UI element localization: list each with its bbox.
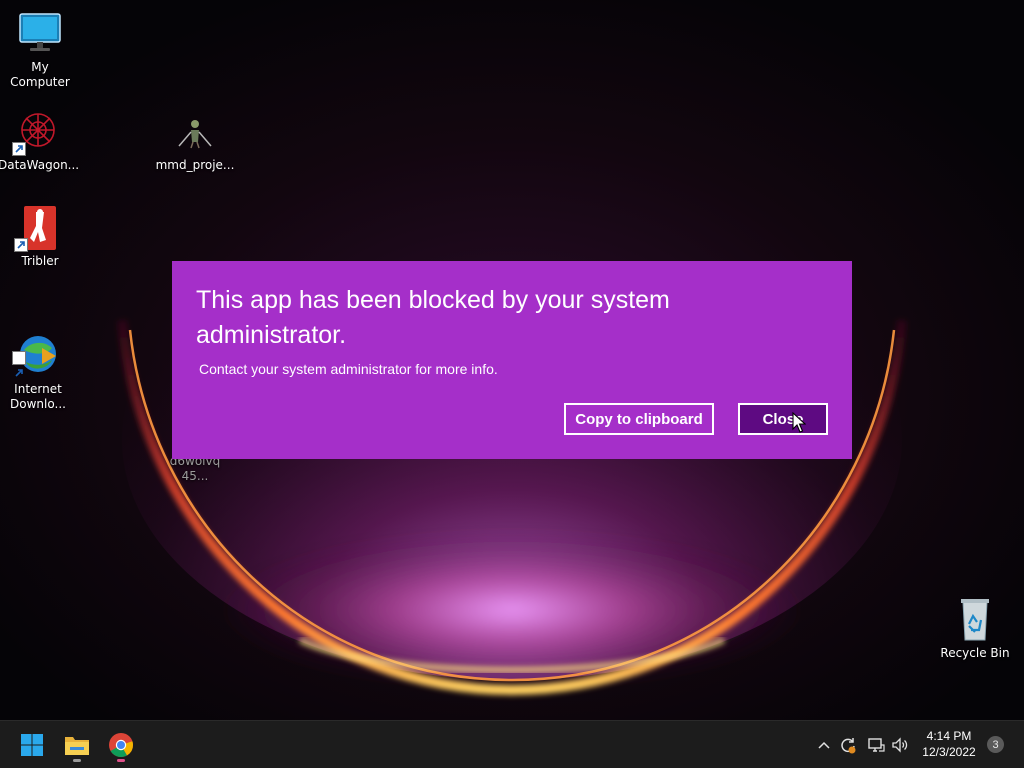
running-indicator — [73, 759, 81, 762]
shortcut-arrow-icon — [14, 238, 28, 252]
desktop-icon-label: My Computer — [10, 60, 70, 89]
desktop-icon-label: DataWagon... — [0, 158, 80, 172]
desktop-icon-tribler[interactable]: Tribler — [0, 204, 80, 269]
internet-download-manager-icon — [12, 317, 62, 377]
desktop-icon-my-computer[interactable]: My Computer — [0, 10, 80, 90]
desktop-icon-label: mmd_proje... — [155, 158, 235, 172]
desktop: My Computer DataWagon... mmd_proje... Tr… — [0, 0, 1024, 720]
network-tray-icon[interactable] — [866, 735, 886, 755]
monitor-icon — [16, 10, 64, 58]
volume-icon — [892, 737, 908, 753]
shortcut-arrow-icon — [12, 142, 26, 156]
taskbar: 4:14 PM 12/3/2022 3 — [0, 720, 1024, 768]
show-hidden-icons-button[interactable] — [814, 735, 834, 755]
dialog-title: This app has been blocked by your system… — [196, 286, 670, 349]
shortcut-arrow-icon — [12, 351, 26, 377]
dialog-message: Contact your system administrator for mo… — [199, 361, 498, 377]
copy-to-clipboard-button[interactable]: Copy to clipboard — [564, 403, 714, 435]
network-icon — [868, 738, 885, 752]
file-explorer-button[interactable] — [59, 727, 95, 763]
start-button[interactable] — [14, 727, 50, 763]
mouse-cursor-icon — [792, 412, 806, 433]
mmd-figure-icon — [171, 108, 219, 156]
volume-tray-icon[interactable] — [890, 735, 910, 755]
clock-time: 4:14 PM — [926, 729, 972, 743]
desktop-icon-label: Internet Downlo... — [10, 382, 66, 411]
chevron-up-icon — [818, 741, 830, 749]
folder-icon — [65, 737, 89, 755]
taskbar-clock[interactable]: 4:14 PM 12/3/2022 — [916, 728, 982, 760]
chrome-icon — [109, 733, 133, 758]
tribler-icon — [14, 204, 64, 252]
sync-icon — [841, 738, 856, 754]
blocked-app-dialog: This app has been blocked by your system… — [172, 261, 852, 459]
running-indicator — [117, 759, 125, 762]
windows-logo-icon — [21, 734, 43, 756]
desktop-icon-internet-download-manager[interactable]: Internet Downlo... — [0, 302, 78, 427]
clock-date: 12/3/2022 — [922, 745, 976, 759]
recycle-bin-icon — [951, 596, 999, 644]
datawagon-icon — [12, 108, 62, 156]
chrome-button[interactable] — [103, 727, 139, 763]
sync-tray-icon[interactable] — [838, 735, 858, 755]
desktop-icon-mmd-project[interactable]: mmd_proje... — [155, 108, 235, 173]
desktop-icon-label: Tribler — [21, 254, 59, 268]
desktop-icon-label: Recycle Bin — [940, 646, 1010, 660]
notification-badge[interactable]: 3 — [987, 736, 1004, 753]
desktop-icon-recycle-bin[interactable]: Recycle Bin — [935, 596, 1015, 661]
close-button[interactable]: Close — [738, 403, 828, 435]
desktop-icon-datawagon[interactable]: DataWagon... — [0, 108, 80, 173]
